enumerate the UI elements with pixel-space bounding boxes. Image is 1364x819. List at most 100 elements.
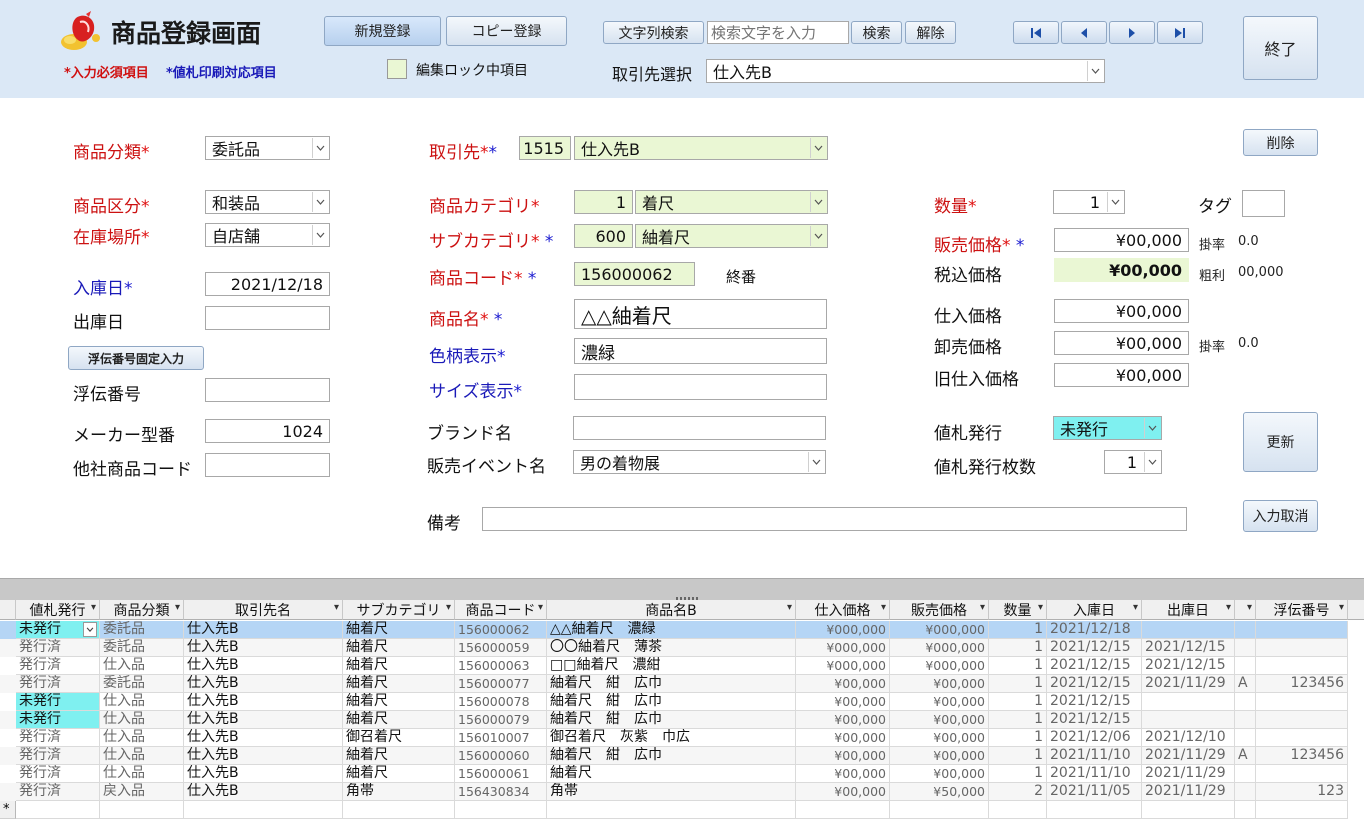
chevron-down-icon[interactable]	[808, 452, 824, 472]
sort-arrow-icon[interactable]: ▾	[538, 602, 543, 613]
column-header[interactable]: 仕入価格 ▾	[796, 600, 890, 620]
sort-arrow-icon[interactable]: ▾	[1247, 602, 1252, 613]
sort-arrow-icon[interactable]: ▾	[881, 602, 886, 613]
clear-search-button[interactable]: 解除	[905, 21, 956, 44]
table-row[interactable]: 発行済 仕入品 仕入先B 紬着尺 156000060 紬着尺 紺 広巾 ¥00,000 ¥00…	[0, 747, 1348, 765]
prev-record-button[interactable]	[1061, 21, 1107, 44]
color-field[interactable]: 濃緑	[574, 338, 827, 364]
slip-no-field[interactable]	[205, 378, 330, 402]
chevron-down-icon[interactable]	[312, 138, 328, 158]
sale-price-field[interactable]: ¥00,000	[1054, 228, 1189, 252]
column-header[interactable]: 商品コード ▾	[455, 600, 547, 620]
remarks-field[interactable]	[482, 507, 1187, 531]
text-search-button[interactable]: 文字列検索	[603, 21, 704, 44]
chevron-down-icon[interactable]	[810, 226, 826, 246]
sub-category-code-field[interactable]: 600	[574, 224, 633, 248]
table-cell[interactable]: 発行済	[16, 783, 100, 801]
table-cell[interactable]: 未発行	[16, 621, 100, 639]
maker-no-field[interactable]: 1024	[205, 419, 330, 443]
first-record-button[interactable]	[1013, 21, 1059, 44]
event-select[interactable]: 男の着物展	[573, 450, 826, 474]
table-cell[interactable]: 発行済	[16, 747, 100, 765]
out-date-field[interactable]	[205, 306, 330, 330]
table-cell[interactable]: 発行済	[16, 765, 100, 783]
new-row[interactable]	[0, 801, 1348, 819]
sort-arrow-icon[interactable]: ▾	[980, 602, 985, 613]
table-cell[interactable]: 発行済	[16, 675, 100, 693]
sort-arrow-icon[interactable]: ▾	[1339, 602, 1344, 613]
prod-category-code-field[interactable]: 1	[574, 190, 633, 214]
column-header[interactable]: サブカテゴリ ▾	[343, 600, 455, 620]
table-row[interactable]: 発行済 仕入品 仕入先B 紬着尺 156000061 紬着尺 ¥00,000 ¥00,000 1…	[0, 765, 1348, 783]
supplier-select[interactable]: 仕入先B	[706, 59, 1105, 83]
table-cell[interactable]: 発行済	[16, 639, 100, 657]
location-select[interactable]: 自店舗	[205, 223, 330, 247]
table-row[interactable]: 未発行 仕入品 仕入先B 紬着尺 156000079 紬着尺 紺 広巾 ¥00,000 ¥00…	[0, 711, 1348, 729]
sort-arrow-icon[interactable]: ▾	[91, 602, 96, 613]
column-header[interactable]: 出庫日 ▾	[1142, 600, 1235, 620]
table-cell[interactable]: 発行済	[16, 729, 100, 747]
chevron-down-icon[interactable]	[1087, 61, 1103, 81]
table-cell[interactable]: 未発行	[16, 693, 100, 711]
table-row[interactable]: 発行済 委託品 仕入先B 紬着尺 156000077 紬着尺 紺 広巾 ¥00,000 ¥00…	[0, 675, 1348, 693]
table-row[interactable]: 未発行 委託品 仕入先B 紬着尺 156000062 △△紬着尺 濃緑 ¥000,000 ¥0…	[0, 621, 1348, 639]
cancel-input-button[interactable]: 入力取消	[1243, 500, 1318, 532]
column-header[interactable]: ▾	[1235, 600, 1256, 620]
table-row[interactable]: 発行済 仕入品 仕入先B 御召着尺 156010007 御召着尺 灰紫 巾広 ¥00,000…	[0, 729, 1348, 747]
column-header[interactable]: 浮伝番号 ▾	[1256, 600, 1348, 620]
table-row[interactable]: 発行済 戻入品 仕入先B 角帯 156430834 角帯 ¥00,000 ¥50,000 2 20…	[0, 783, 1348, 801]
table-cell[interactable]: 未発行	[16, 711, 100, 729]
sub-category-select[interactable]: 紬着尺	[635, 224, 828, 248]
column-header[interactable]: 商品分類 ▾	[100, 600, 184, 620]
old-cost-price-field[interactable]: ¥00,000	[1054, 363, 1189, 387]
in-date-field[interactable]: 2021/12/18	[205, 272, 330, 296]
sort-arrow-icon[interactable]: ▾	[175, 602, 180, 613]
last-record-button[interactable]	[1157, 21, 1203, 44]
sort-arrow-icon[interactable]: ▾	[446, 602, 451, 613]
column-header[interactable]: 取引先名 ▾	[184, 600, 343, 620]
search-button[interactable]: 検索	[851, 21, 902, 44]
tag-field[interactable]	[1242, 190, 1285, 217]
tag-issue-select[interactable]: 未発行	[1053, 416, 1162, 440]
slip-fixed-input-button[interactable]: 浮伝番号固定入力	[68, 346, 204, 370]
supplier-code-field[interactable]: 1515	[519, 136, 571, 160]
sort-arrow-icon[interactable]: ▾	[1038, 602, 1043, 613]
chevron-down-icon[interactable]	[1107, 192, 1123, 212]
column-header[interactable]: 入庫日 ▾	[1047, 600, 1142, 620]
table-row[interactable]: 発行済 委託品 仕入先B 紬着尺 156000059 〇〇紬着尺 薄茶 ¥000,000 ¥0…	[0, 639, 1348, 657]
sort-arrow-icon[interactable]: ▾	[1226, 602, 1231, 613]
prod-category-select[interactable]: 着尺	[635, 190, 828, 214]
grid-corner[interactable]	[0, 600, 16, 620]
chevron-down-icon[interactable]	[312, 225, 328, 245]
table-cell[interactable]: 発行済	[16, 657, 100, 675]
update-button[interactable]: 更新	[1243, 412, 1318, 472]
table-row[interactable]: 未発行 仕入品 仕入先B 紬着尺 156000078 紬着尺 紺 広巾 ¥00,000 ¥00…	[0, 693, 1348, 711]
chevron-down-icon[interactable]	[810, 192, 826, 212]
column-header[interactable]: 販売価格 ▾	[890, 600, 989, 620]
division-select[interactable]: 和装品	[205, 190, 330, 214]
cost-price-field[interactable]: ¥00,000	[1054, 299, 1189, 323]
product-name-field[interactable]: △△紬着尺	[574, 299, 827, 329]
chevron-down-icon[interactable]	[810, 138, 826, 158]
sort-arrow-icon[interactable]: ▾	[1133, 602, 1138, 613]
chevron-down-icon[interactable]	[312, 192, 328, 212]
chevron-down-icon[interactable]	[1144, 452, 1160, 472]
product-code-field[interactable]: 156000062	[574, 262, 695, 286]
copy-register-button[interactable]: コピー登録	[446, 16, 567, 46]
sort-arrow-icon[interactable]: ▾	[334, 602, 339, 613]
column-header[interactable]: 商品名B ▾	[547, 600, 796, 620]
chevron-down-icon[interactable]	[1144, 418, 1160, 438]
exit-button[interactable]: 終了	[1243, 16, 1318, 80]
supplier-name-select[interactable]: 仕入先B	[574, 136, 828, 160]
tag-count-select[interactable]: 1	[1104, 450, 1162, 474]
chevron-down-icon[interactable]	[83, 622, 97, 637]
delete-button[interactable]: 削除	[1243, 129, 1318, 156]
new-register-button[interactable]: 新規登録	[324, 16, 441, 46]
table-row[interactable]: 発行済 仕入品 仕入先B 紬着尺 156000063 □□紬着尺 濃紺 ¥000,000 ¥0…	[0, 657, 1348, 675]
column-header[interactable]: 値札発行 ▾	[16, 600, 100, 620]
category-select[interactable]: 委託品	[205, 136, 330, 160]
wholesale-price-field[interactable]: ¥00,000	[1054, 331, 1189, 355]
brand-field[interactable]	[573, 416, 826, 440]
size-field[interactable]	[574, 374, 827, 400]
sort-arrow-icon[interactable]: ▾	[787, 602, 792, 613]
